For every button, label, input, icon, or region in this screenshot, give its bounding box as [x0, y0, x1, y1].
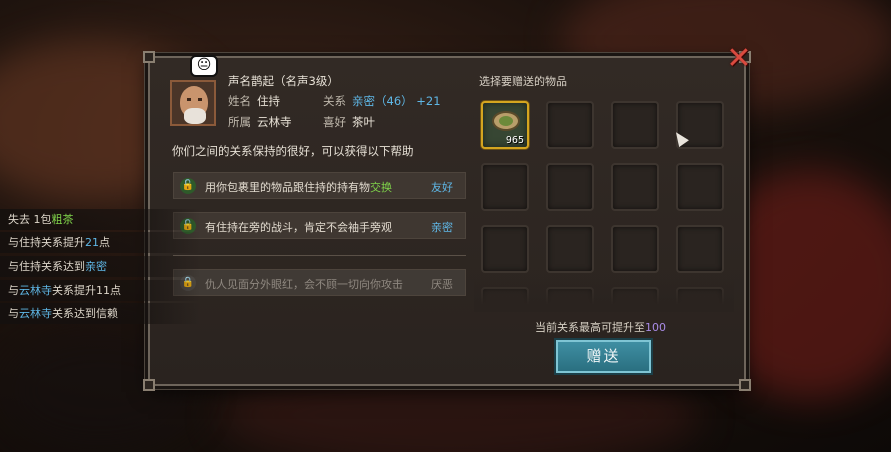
- reputation-title: 声名鹊起: [228, 74, 274, 88]
- item-slot[interactable]: [481, 163, 529, 211]
- frame-corner: [143, 51, 155, 63]
- relation-description: 你们之间的关系保持的很好，可以获得以下帮助: [172, 144, 414, 158]
- benefit-row-exchange: 🔓 用你包裹里的物品跟住持的持有物交换 友好: [173, 172, 466, 199]
- benefit-tier: 友好: [431, 181, 453, 194]
- item-slot[interactable]: [611, 101, 659, 149]
- item-slot[interactable]: [546, 101, 594, 149]
- benefit-text: 用你包裹里的物品跟住持的持有物交换: [205, 181, 392, 194]
- max-relation-note: 当前关系最高可提升至100: [535, 321, 666, 334]
- relation-points: （46）: [375, 94, 413, 108]
- benefit-row-battle: 🔓 有住持在旁的战斗，肯定不会袖手旁观 亲密: [173, 212, 466, 239]
- tea-leaf-icon: [492, 111, 520, 131]
- item-slot[interactable]: [676, 225, 724, 273]
- item-slot[interactable]: [611, 225, 659, 273]
- frame-corner: [143, 379, 155, 391]
- item-slot[interactable]: [676, 163, 724, 211]
- gift-button[interactable]: 赠送: [556, 340, 651, 373]
- log-entry: 与云林寺关系达到信赖: [0, 303, 200, 324]
- log-entry: 与住持关系达到亲密: [0, 256, 200, 277]
- benefit-row-hostile: 🔒 仇人见面分外眼红，会不顾一切向你攻击 厌恶: [173, 269, 466, 296]
- log-entry: 与住持关系提升21点: [0, 232, 200, 253]
- item-slot[interactable]: [546, 225, 594, 273]
- item-slot[interactable]: [481, 225, 529, 273]
- item-slot-tea[interactable]: 965: [481, 101, 529, 149]
- benefit-tier: 亲密: [431, 221, 453, 234]
- relation-status: 亲密: [352, 94, 375, 108]
- log-entry: 与云林寺关系提升11点: [0, 280, 200, 301]
- item-count: 965: [505, 135, 524, 146]
- frame-corner: [739, 379, 751, 391]
- max-relation-value: 100: [645, 321, 666, 334]
- benefit-text: 有住持在旁的战斗，肯定不会袖手旁观: [205, 221, 392, 234]
- divider: [173, 255, 466, 256]
- unlocked-icon: 🔓: [180, 178, 196, 194]
- reputation-level: （名声3级）: [274, 74, 339, 88]
- relation-value: 亲密（46） +21: [352, 93, 441, 109]
- log-entry: 失去 1包粗茶: [0, 209, 200, 230]
- benefit-text: 仇人见面分外眼红，会不顾一切向你攻击: [205, 278, 403, 291]
- emote-bubble-icon: 😐: [190, 55, 218, 77]
- close-button[interactable]: ✕: [724, 44, 754, 74]
- portrait-eye: [187, 98, 191, 101]
- npc-hobby: 茶叶: [352, 115, 375, 129]
- affiliation-label: 所属: [228, 115, 251, 129]
- hobby-label: 喜好: [323, 115, 346, 129]
- npc-portrait: [170, 80, 216, 126]
- npc-name: 住持: [257, 94, 280, 108]
- benefit-tier: 厌恶: [431, 278, 453, 291]
- npc-affiliation: 云林寺: [257, 115, 292, 129]
- reputation-line: 声名鹊起（名声3级）: [228, 73, 339, 89]
- relation-label: 关系: [323, 94, 346, 108]
- portrait-eye: [198, 98, 202, 101]
- gift-panel-title: 选择要赠送的物品: [479, 75, 567, 88]
- portrait-beard: [184, 108, 206, 124]
- grid-scroll-fade: [474, 276, 734, 312]
- relation-delta: +21: [416, 94, 441, 108]
- item-slot[interactable]: [611, 163, 659, 211]
- item-slot[interactable]: [546, 163, 594, 211]
- name-label: 姓名: [228, 94, 251, 108]
